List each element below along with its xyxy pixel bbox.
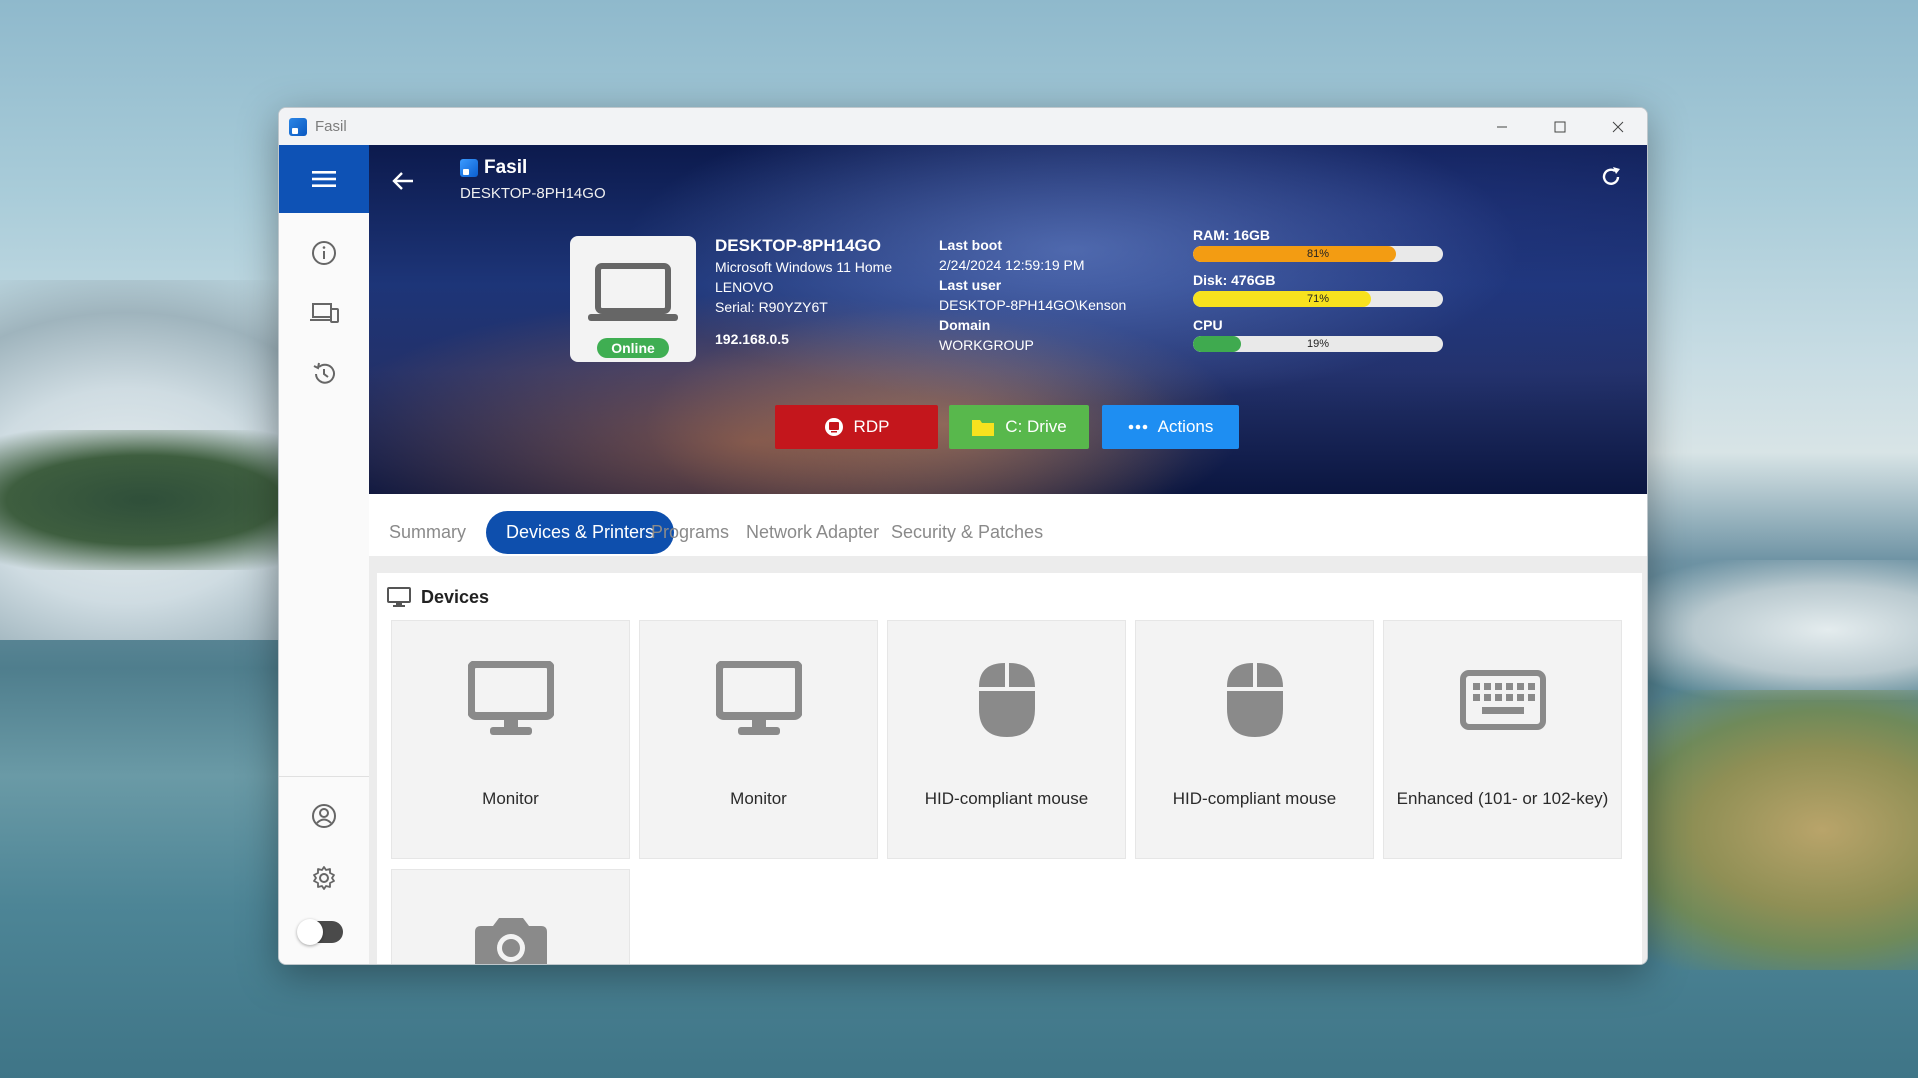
c-drive-button[interactable]: C: Drive bbox=[949, 405, 1089, 449]
device-details: Last boot 2/24/2024 12:59:19 PM Last use… bbox=[939, 235, 1126, 355]
device-serial: Serial: R90YZY6T bbox=[715, 299, 828, 315]
actions-button-label: Actions bbox=[1157, 417, 1214, 436]
device-tile-label: Monitor bbox=[730, 789, 787, 808]
theme-toggle[interactable] bbox=[297, 919, 343, 945]
device-status-card: Online bbox=[570, 236, 696, 362]
monitor-icon bbox=[467, 661, 554, 735]
device-tile[interactable]: Monitor bbox=[639, 620, 878, 859]
window-title: Fasil bbox=[315, 118, 347, 135]
tile-icon-wrap bbox=[888, 661, 1125, 739]
ram-meter: 81% bbox=[1193, 246, 1443, 262]
ram-label: RAM: 16GB bbox=[1193, 227, 1271, 243]
device-header: Fasil DESKTOP-8PH14GO Online DESKTOP-8PH… bbox=[369, 145, 1647, 494]
camera-icon bbox=[474, 918, 547, 964]
sidebar-item-history[interactable] bbox=[304, 354, 344, 394]
device-tile[interactable]: Monitor bbox=[391, 620, 630, 859]
status-badge: Online bbox=[597, 338, 669, 358]
more-icon bbox=[1128, 424, 1147, 430]
device-name: DESKTOP-8PH14GO bbox=[715, 236, 881, 255]
tab-summary[interactable]: Summary bbox=[369, 511, 486, 554]
refresh-button[interactable] bbox=[1593, 159, 1629, 195]
app-window: Fasil Fasil DESKTOP-8PH14GO Online DESKT… bbox=[278, 107, 1648, 965]
keyboard-icon bbox=[1459, 670, 1546, 730]
last-boot-label: Last boot bbox=[939, 237, 1002, 253]
device-tile[interactable] bbox=[391, 869, 630, 964]
app-logo-icon bbox=[289, 117, 307, 136]
background-mountain-right bbox=[1618, 560, 1918, 700]
c-drive-button-label: C: Drive bbox=[1005, 417, 1067, 436]
header-app-title: Fasil bbox=[484, 157, 528, 178]
hamburger-icon bbox=[312, 171, 336, 187]
disk-percent: 71% bbox=[1306, 293, 1330, 305]
tile-icon-wrap bbox=[1384, 661, 1621, 737]
tile-icon-wrap bbox=[392, 910, 629, 964]
last-boot-value: 2/24/2024 12:59:19 PM bbox=[939, 257, 1085, 273]
account-icon bbox=[312, 804, 336, 828]
domain-value: WORKGROUP bbox=[939, 337, 1034, 353]
device-ip: 192.168.0.5 bbox=[715, 331, 789, 347]
device-tile-label: Enhanced (101- or 102-key) bbox=[1396, 789, 1609, 808]
minimize-button[interactable] bbox=[1473, 108, 1531, 145]
tile-icon-wrap bbox=[1136, 661, 1373, 739]
cpu-label: CPU bbox=[1193, 317, 1223, 333]
refresh-icon bbox=[1602, 167, 1620, 185]
menu-button[interactable] bbox=[279, 145, 369, 213]
title-bar[interactable]: Fasil bbox=[279, 108, 1647, 145]
back-arrow-icon bbox=[392, 172, 413, 190]
sidebar-item-account[interactable] bbox=[304, 796, 344, 836]
laptop-icon bbox=[588, 263, 678, 321]
close-icon bbox=[1612, 121, 1624, 132]
device-tile-label: Monitor bbox=[482, 789, 539, 808]
header-hostname: DESKTOP-8PH14GO bbox=[460, 185, 606, 202]
last-user-value: DESKTOP-8PH14GO\Kenson bbox=[939, 297, 1127, 313]
devices-section-header: Devices bbox=[387, 586, 489, 608]
mouse-icon bbox=[978, 663, 1035, 737]
tab-security-patches[interactable]: Security & Patches bbox=[871, 511, 1063, 554]
cpu-meter: 19% bbox=[1193, 336, 1443, 352]
devices-section-title: Devices bbox=[421, 586, 490, 607]
sidebar-item-devices[interactable] bbox=[304, 293, 344, 333]
monitor-icon bbox=[387, 587, 411, 607]
device-os: Microsoft Windows 11 Home bbox=[715, 259, 893, 275]
rdp-button-label: RDP bbox=[853, 417, 890, 436]
cpu-percent: 19% bbox=[1306, 338, 1330, 350]
minimize-icon bbox=[1497, 126, 1507, 127]
disk-meter: 71% bbox=[1193, 291, 1443, 307]
device-tile[interactable]: HID-compliant mouse bbox=[887, 620, 1126, 859]
history-icon bbox=[313, 362, 335, 384]
device-manufacturer: LENOVO bbox=[715, 279, 774, 295]
back-button[interactable] bbox=[385, 163, 421, 199]
tile-icon-wrap bbox=[640, 661, 877, 737]
sidebar-divider bbox=[279, 776, 369, 777]
actions-button[interactable]: Actions bbox=[1102, 405, 1239, 449]
device-tile[interactable]: Enhanced (101- or 102-key) bbox=[1383, 620, 1622, 859]
close-button[interactable] bbox=[1589, 108, 1647, 145]
disk-label: Disk: 476GB bbox=[1193, 272, 1276, 288]
sidebar-item-info[interactable] bbox=[304, 233, 344, 273]
maximize-icon bbox=[1554, 121, 1566, 132]
device-tile-label: HID-compliant mouse bbox=[924, 789, 1089, 808]
domain-label: Domain bbox=[939, 317, 991, 333]
window-controls bbox=[1473, 108, 1647, 145]
remote-desktop-icon bbox=[824, 418, 843, 436]
device-tile-label: HID-compliant mouse bbox=[1172, 789, 1337, 808]
device-tile[interactable]: HID-compliant mouse bbox=[1135, 620, 1374, 859]
tile-icon-wrap bbox=[392, 661, 629, 737]
maximize-button[interactable] bbox=[1531, 108, 1589, 145]
ram-percent: 81% bbox=[1306, 248, 1330, 260]
header-app-name: Fasil bbox=[460, 157, 527, 179]
sidebar bbox=[279, 145, 370, 964]
rdp-button[interactable]: RDP bbox=[775, 405, 938, 449]
devices-icon bbox=[310, 303, 339, 323]
gear-icon bbox=[313, 866, 335, 890]
monitor-icon bbox=[715, 661, 802, 735]
app-logo-icon bbox=[460, 159, 478, 177]
sidebar-item-settings[interactable] bbox=[304, 858, 344, 898]
last-user-label: Last user bbox=[939, 277, 1002, 293]
device-identity: DESKTOP-8PH14GO Microsoft Windows 11 Hom… bbox=[715, 235, 892, 349]
folder-icon bbox=[972, 420, 995, 436]
tab-bar: Summary Devices & Printers Programs Netw… bbox=[369, 494, 1647, 556]
mouse-icon bbox=[1226, 663, 1283, 737]
info-icon bbox=[312, 241, 336, 265]
